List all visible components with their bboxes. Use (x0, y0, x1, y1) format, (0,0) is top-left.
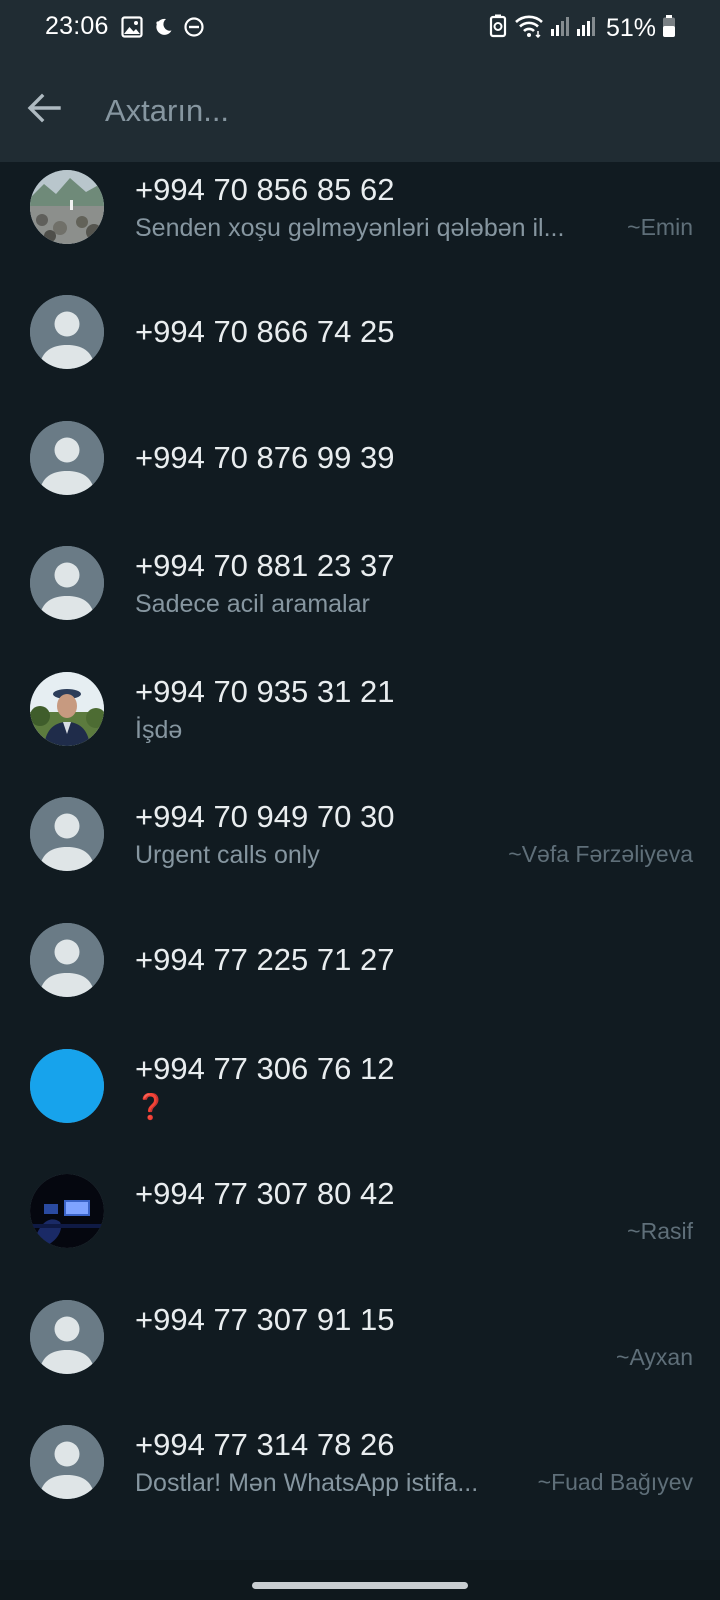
default-avatar-icon[interactable] (30, 421, 104, 495)
contact-name: +994 70 935 31 21 (135, 674, 395, 709)
contact-pushname: ~Vəfa Fərzəliyeva (508, 841, 693, 867)
contact-row[interactable]: +994 77 306 76 12 ❓ (0, 1041, 720, 1169)
signal-icon (576, 15, 596, 42)
contact-row[interactable]: +994 70 935 31 21 İşdə (0, 664, 720, 792)
contact-name: +994 77 314 78 26 (135, 1427, 395, 1462)
home-indicator[interactable] (252, 1582, 468, 1589)
contact-name: +994 70 866 74 25 (135, 314, 395, 349)
contact-about: İşdə (135, 716, 183, 744)
moon-icon (152, 16, 174, 43)
contact-name: +994 77 225 71 27 (135, 942, 395, 977)
contact-row[interactable]: +994 70 876 99 39 (0, 413, 720, 541)
wifi-icon (514, 14, 544, 43)
search-bar (0, 70, 720, 154)
contact-name: +994 70 876 99 39 (135, 440, 395, 475)
search-header: 23:06 51% Axtarın... (0, 0, 720, 162)
contact-avatar[interactable] (30, 1049, 104, 1123)
default-avatar-icon[interactable] (30, 546, 104, 620)
contact-name: +994 70 881 23 37 (135, 548, 395, 583)
navigation-bar (0, 1560, 720, 1600)
default-avatar-icon[interactable] (30, 923, 104, 997)
contact-pushname: ~Rasif (627, 1218, 693, 1244)
contact-row[interactable]: +994 70 866 74 25 (0, 287, 720, 415)
dnd-icon (183, 16, 205, 43)
arrow-back-icon (27, 93, 61, 128)
contact-name: +994 77 307 91 15 (135, 1302, 395, 1337)
contact-row[interactable]: +994 70 881 23 37 Sadece acil aramalar (0, 538, 720, 666)
screen: 23:06 51% Axtarın... +994 70 856 85 62 S… (0, 0, 720, 1600)
contact-row[interactable]: +994 77 225 71 27 (0, 915, 720, 1043)
contact-about: ❓ (135, 1093, 167, 1121)
signal-icon (550, 15, 570, 42)
default-avatar-icon[interactable] (30, 1425, 104, 1499)
gallery-icon (121, 16, 143, 43)
contact-row[interactable]: +994 77 307 91 15 ~Ayxan (0, 1292, 720, 1420)
contact-avatar[interactable] (30, 1174, 104, 1248)
contact-pushname: ~Ayxan (616, 1344, 693, 1370)
contact-name: +994 77 306 76 12 (135, 1051, 395, 1086)
search-input[interactable] (105, 80, 665, 142)
contact-row[interactable]: +994 77 314 78 26 Dostlar! Mən WhatsApp i… (0, 1417, 720, 1545)
contact-name: +994 77 307 80 42 (135, 1176, 395, 1211)
contact-row[interactable]: +994 70 949 70 30 Urgent calls only ~Vəfa … (0, 789, 720, 917)
back-button[interactable] (22, 88, 66, 132)
contact-pushname: ~Fuad Bağıyev (537, 1469, 693, 1495)
battery-percent: 51% (605, 14, 656, 42)
contact-avatar[interactable] (30, 170, 104, 244)
status-bar: 23:06 51% (0, 0, 720, 58)
contact-about: Sadece acil aramalar (135, 590, 370, 618)
contact-name: +994 70 949 70 30 (135, 799, 395, 834)
contact-pushname: ~Emin (627, 214, 693, 240)
contact-about: Dostlar! Mən WhatsApp istifa... (135, 1469, 479, 1497)
battery-saver-icon (488, 14, 508, 43)
battery-icon (662, 14, 676, 43)
status-time: 23:06 (45, 12, 109, 40)
default-avatar-icon[interactable] (30, 295, 104, 369)
contact-avatar[interactable] (30, 672, 104, 746)
contact-name: +994 70 856 85 62 (135, 172, 395, 207)
contact-about: Senden xoşu gəlməyənləri qələbən il... (135, 214, 565, 242)
status-left-icons (121, 16, 205, 43)
contact-row[interactable]: +994 77 307 80 42 ~Rasif (0, 1166, 720, 1294)
status-right-icons: 51% (488, 14, 676, 43)
contact-row[interactable]: +994 70 856 85 62 Senden xoşu gəlməyənlər… (0, 162, 720, 290)
default-avatar-icon[interactable] (30, 1300, 104, 1374)
contact-about: Urgent calls only (135, 841, 320, 869)
default-avatar-icon[interactable] (30, 797, 104, 871)
